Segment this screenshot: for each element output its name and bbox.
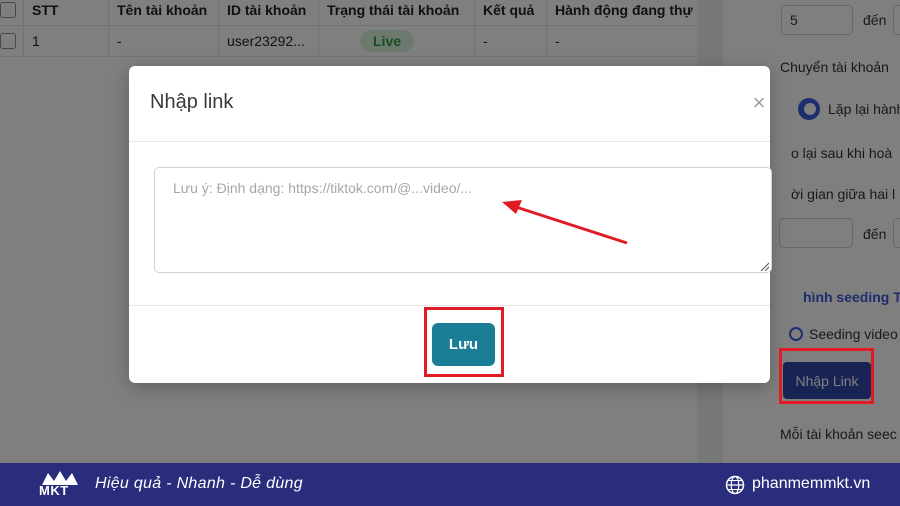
save-button-highlight	[424, 307, 504, 377]
logo-text: MKT	[39, 483, 69, 498]
footer-banner: MKT Hiệu quả - Nhanh - Dễ dùng phanmemmk…	[0, 463, 900, 506]
resize-grip-icon[interactable]	[759, 261, 769, 271]
globe-icon	[725, 475, 745, 495]
modal-header: Nhập link ×	[129, 66, 770, 142]
slogan-text: Hiệu quả - Nhanh - Dễ dùng	[95, 475, 303, 492]
close-icon[interactable]: ×	[750, 92, 768, 114]
import-link-button-highlight	[779, 348, 874, 404]
website-link[interactable]: phanmemmkt.vn	[752, 475, 870, 493]
link-textarea[interactable]	[154, 167, 772, 273]
modal-title: Nhập link	[150, 91, 234, 113]
